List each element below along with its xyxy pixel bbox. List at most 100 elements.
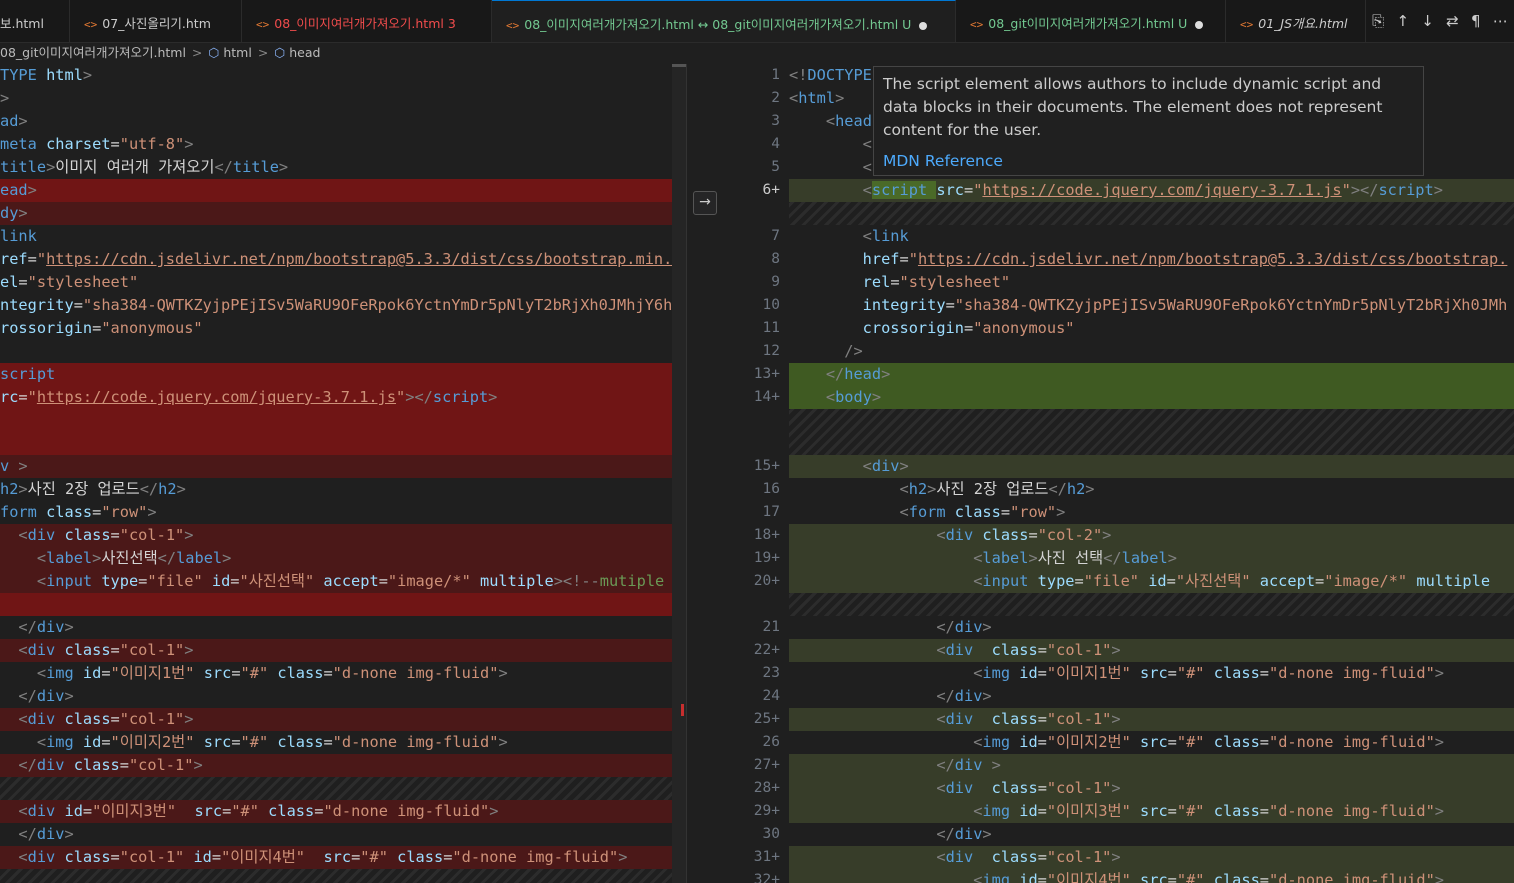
mdn-reference-link[interactable]: MDN Reference: [883, 150, 1414, 173]
pilcrow-icon[interactable]: ¶: [1471, 12, 1481, 30]
code-line: </div>: [0, 825, 74, 843]
tab-photo-upload[interactable]: <> 07_사진올리기.htm: [70, 0, 242, 42]
original-editor-pane[interactable]: TYPE html> > ad> meta charset="utf-8"> t…: [0, 64, 686, 883]
removed-line: </div class="col-1">: [0, 754, 686, 777]
line-number: 11: [762, 320, 780, 336]
added-line: </head>: [789, 363, 1514, 386]
tab-label: 보.html: [0, 16, 44, 31]
code-line: <img id="이미지1번" src="#" class="d-none im…: [789, 664, 1445, 682]
removed-line: <div class="col-1">: [0, 708, 686, 731]
breadcrumb: 08_git이미지여러개가져오기.html > ⬡ html > ⬡ head: [0, 42, 700, 64]
line-number: 13+: [753, 366, 780, 382]
element-icon: ⬡: [208, 45, 220, 60]
filler-line: [789, 202, 1514, 225]
tab-diff-view[interactable]: <> 08_이미지여러개가져오기.html ↔ 08_git이미지여러개가져오기.…: [492, 0, 956, 42]
hover-tooltip: The script element allows authors to inc…: [873, 66, 1424, 176]
line-number: 5: [771, 159, 780, 175]
line-number: 10: [762, 297, 780, 313]
code-line: <img id="이미지1번" src="#" class="d-none im…: [0, 664, 508, 682]
added-line: <img id="이미지4번" src="#" class="d-none im…: [789, 869, 1514, 883]
code-line: ad>: [0, 112, 28, 130]
code-line: rel="stylesheet": [789, 273, 1011, 291]
added-line: </div >: [789, 754, 1514, 777]
arrow-down-icon[interactable]: ↓: [1421, 12, 1434, 30]
arrow-up-icon[interactable]: ↑: [1396, 12, 1409, 30]
tab-label: 08_이미지여러개가져오기.html ↔ 08_git이미지여러개가져오기.ht…: [524, 17, 912, 32]
revert-arrow-icon[interactable]: →: [693, 191, 717, 215]
line-number: 25+: [753, 711, 780, 727]
removed-line: [0, 593, 686, 616]
editor-toolbar: ⎘ ↑ ↓ ⇄ ¶ ⋯: [1366, 0, 1514, 42]
html-file-icon: <>: [84, 18, 98, 31]
tab-label: 08_이미지여러개가져오기.html 3: [274, 16, 456, 31]
line-number: 9: [771, 274, 780, 290]
removed-line: script: [0, 365, 56, 383]
added-line: <script src="https://code.jquery.com/jqu…: [789, 179, 1514, 202]
line-number: 29+: [753, 803, 780, 819]
more-icon[interactable]: ⋯: [1493, 12, 1508, 30]
open-changes-icon[interactable]: ⎘: [1372, 12, 1384, 30]
added-line: <div class="col-2">: [789, 524, 1514, 547]
line-number: 12: [762, 343, 780, 359]
breadcrumb-separator: >: [191, 45, 203, 60]
unsaved-dot-icon[interactable]: [1195, 20, 1204, 29]
breadcrumb-html[interactable]: html: [223, 45, 251, 60]
line-number: 31+: [753, 849, 780, 865]
line-number: 28+: [753, 780, 780, 796]
code-line: <img id="이미지2번" src="#" class="d-none im…: [789, 733, 1445, 751]
html-file-icon: <>: [256, 18, 270, 31]
code-line: title>이미지 여러개 가져오기</title>: [0, 158, 289, 176]
tab-multi-images[interactable]: <> 08_이미지여러개가져오기.html 3: [242, 0, 492, 42]
removed-line: ead>: [0, 179, 686, 202]
line-number: 15+: [753, 458, 780, 474]
added-line: <label>사진 선택</label>: [789, 547, 1514, 570]
removed-line: <input type="file" id="사진선택" accept="ima…: [0, 570, 686, 593]
added-line: <div>: [789, 455, 1514, 478]
line-number: 8: [771, 251, 780, 267]
line-number: 32+: [753, 872, 780, 883]
html-file-icon: <>: [970, 18, 984, 31]
removed-line: <label>사진선택</label>: [0, 547, 686, 570]
removed-line: <div class="col-1">: [0, 524, 686, 547]
breadcrumb-separator: >: [257, 45, 269, 60]
code-line: link: [0, 227, 37, 245]
code-line: ref="https://cdn.jsdelivr.net/npm/bootst…: [0, 250, 682, 268]
line-number: 14+: [753, 389, 780, 405]
code-line: </div>: [789, 618, 992, 636]
code-line: href="https://cdn.jsdelivr.net/npm/boots…: [789, 250, 1508, 268]
added-line: <img id="이미지3번" src="#" class="d-none im…: [789, 800, 1514, 823]
tab-js-intro[interactable]: <> 01_JS개요.html: [1226, 0, 1366, 42]
filler-line: [0, 869, 686, 883]
line-number: 2: [771, 90, 780, 106]
tab-git-multi-images[interactable]: <> 08_git이미지여러개가져오기.html U: [956, 0, 1226, 42]
code-line: el="stylesheet": [0, 273, 139, 291]
line-number: 22+: [753, 642, 780, 658]
filler-line: [789, 409, 1514, 455]
line-number: 24: [762, 688, 780, 704]
added-line: <input type="file" id="사진선택" accept="ima…: [789, 570, 1514, 593]
code-line: </div>: [789, 687, 992, 705]
code-line: </div>: [0, 687, 74, 705]
code-line: />: [789, 342, 863, 360]
tab-label: 07_사진올리기.htm: [102, 16, 211, 31]
breadcrumb-head[interactable]: head: [289, 45, 320, 60]
line-number: 3: [771, 113, 780, 129]
added-line: <div class="col-1">: [789, 777, 1514, 800]
swap-icon[interactable]: ⇄: [1446, 12, 1459, 30]
diff-marker: [681, 704, 684, 716]
line-number: 26: [762, 734, 780, 750]
modified-editor-pane[interactable]: 1 2 3 4 5 6+ 7 8 9 10 11 12 13+ 14+ 15+ …: [722, 64, 1514, 883]
unsaved-dot-icon[interactable]: [919, 21, 928, 30]
breadcrumb-file[interactable]: 08_git이미지여러개가져오기.html: [0, 45, 186, 60]
added-line: <div class="col-1">: [789, 846, 1514, 869]
left-scrollbar[interactable]: [672, 64, 686, 883]
scroll-thumb[interactable]: [672, 64, 686, 67]
line-number: 17: [762, 504, 780, 520]
code-line: >: [0, 89, 10, 107]
code-line: <form class="row">: [789, 503, 1066, 521]
removed-line: v >: [0, 455, 686, 478]
tab-html-file[interactable]: 보.html: [0, 0, 70, 42]
tab-bar: 보.html <> 07_사진올리기.htm <> 08_이미지여러개가져오기.ht…: [0, 0, 1514, 43]
code-line: </div>: [789, 825, 992, 843]
filler-line: [0, 777, 686, 800]
